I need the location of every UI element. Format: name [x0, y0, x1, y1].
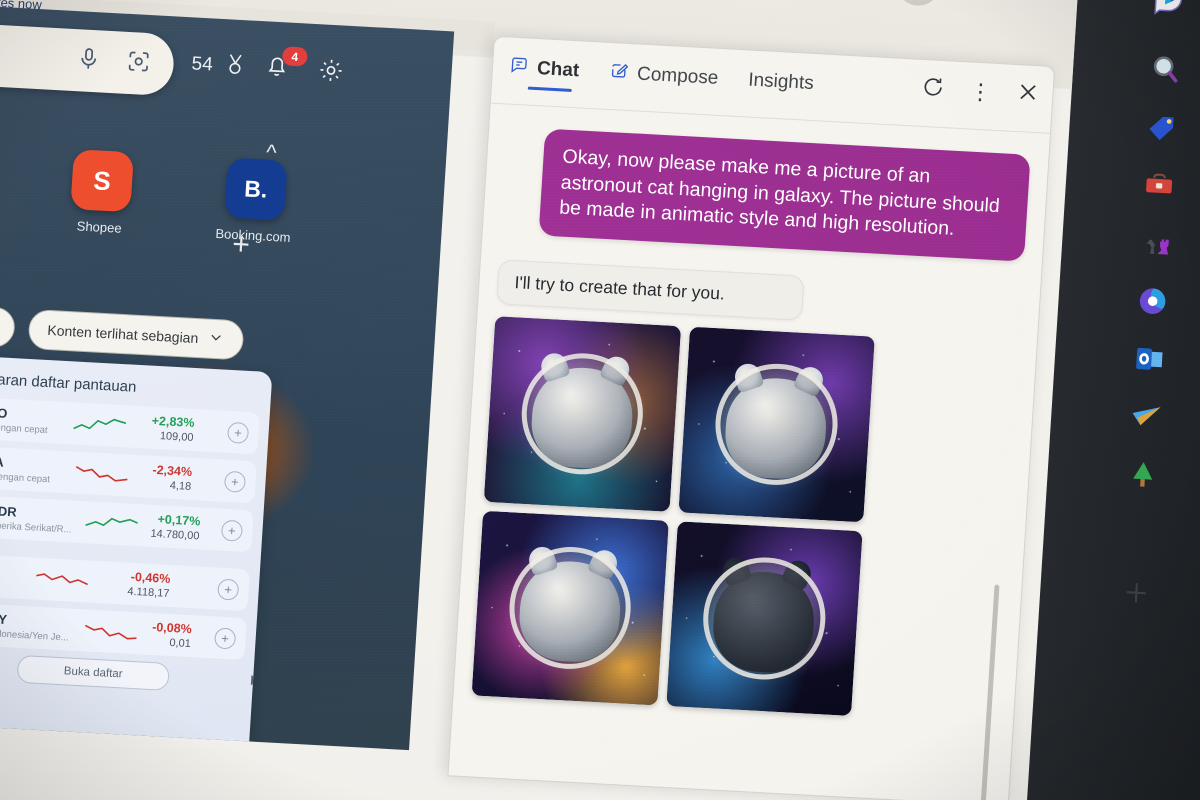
stock-symbol: CARA [0, 452, 5, 470]
mic-icon[interactable] [75, 45, 103, 77]
watchlist-title-row: ▲ Saran daftar pantauan [0, 370, 262, 403]
add-to-watchlist-button[interactable]: + [220, 519, 244, 542]
stock-note: Turun dengan cepat [0, 470, 51, 486]
stock-change: -2,34% [152, 462, 193, 479]
sparkline [84, 624, 137, 640]
stock-symbol: GOTO [0, 403, 8, 421]
assistant-message: I'll try to create that for you. [496, 259, 805, 321]
chat-message-list: Okay, now please make me a picture of an… [447, 104, 1050, 800]
tab-insights[interactable]: Insights [745, 65, 817, 105]
booking-icon: B. [224, 157, 288, 221]
compose-pencil-icon [608, 60, 630, 87]
generated-image[interactable] [677, 326, 875, 523]
content-visibility-label: Konten terlihat sebagian [46, 321, 199, 347]
kebab-menu-icon[interactable]: ⋮ [969, 79, 993, 105]
tab-chat[interactable]: Chat [506, 50, 583, 94]
avatar[interactable] [894, 0, 943, 7]
table-row[interactable]: INX S&P 500 -0,46% 4.118,17 + [0, 553, 251, 612]
generated-image[interactable] [471, 510, 669, 706]
generated-image[interactable] [665, 520, 863, 717]
stock-change: -0,08% [151, 620, 193, 637]
stock-note: Naik dengan cepat [0, 421, 48, 437]
rewards-count: 54 [190, 53, 214, 76]
tools-icon[interactable] [1129, 155, 1190, 216]
add-to-watchlist-button[interactable]: + [226, 421, 250, 444]
shopee-icon: S [70, 149, 134, 213]
close-icon[interactable] [1014, 79, 1041, 110]
bing-chat-icon[interactable] [1139, 0, 1200, 30]
stock-value: 4.118,17 [127, 585, 170, 600]
browser-more-icon[interactable]: ⋯ [979, 0, 1009, 5]
shopping-tag-icon[interactable] [1132, 97, 1193, 158]
visual-search-icon[interactable] [125, 47, 153, 79]
page-settings-button[interactable] [316, 56, 345, 89]
bing-chat-panel: Chat Compose Insights ⋮ Okay, now please… [447, 35, 1056, 800]
shortcut-tiles: T okopedia S Shopee B. Booking.com [0, 140, 306, 246]
stock-symbol: USD/IDR [0, 501, 18, 520]
rewards-indicator[interactable]: 54 [191, 49, 249, 82]
tab-compose-label: Compose [636, 63, 719, 89]
send-icon[interactable] [1116, 386, 1177, 447]
tree-icon[interactable] [1112, 444, 1173, 505]
table-row[interactable]: CARA Turun dengan cepat -2,34% 4,18 + [0, 445, 257, 504]
add-to-watchlist-button[interactable]: + [214, 626, 237, 650]
games-icon[interactable] [1125, 213, 1186, 274]
monitor-photograph: ge favorites now [0, 0, 1200, 800]
generated-image[interactable] [483, 316, 681, 512]
tab-compose[interactable]: Compose [606, 56, 722, 102]
shortcut-shopee[interactable]: S Shopee [51, 148, 152, 237]
rewards-medal-icon [222, 51, 249, 82]
stock-symbol: IDR/JPY [0, 609, 8, 628]
carousel-next-icon[interactable]: ▶ [251, 671, 262, 688]
shortcut-label: Booking.com [215, 225, 291, 245]
open-watchlist-button[interactable]: Buka daftar [16, 654, 170, 691]
stock-value: 0,01 [169, 636, 192, 651]
search-icon[interactable] [1135, 39, 1196, 100]
stock-change: -0,46% [130, 569, 171, 586]
stock-value: 109,00 [159, 430, 194, 444]
stock-value: 14.780,00 [150, 527, 200, 543]
add-to-watchlist-button[interactable]: + [217, 578, 240, 601]
shortcut-booking[interactable]: B. Booking.com [205, 156, 306, 245]
chevron-down-icon [207, 329, 225, 350]
stock-change: +2,83% [151, 413, 195, 431]
table-row[interactable]: GOTO Naik dengan cepat +2,83% 109,00 + [0, 396, 260, 455]
notifications-button[interactable]: 4 [263, 46, 308, 84]
watchlist-title: Saran daftar pantauan [0, 370, 137, 396]
chat-bubble-icon [508, 55, 530, 82]
generated-image-grid [471, 316, 875, 717]
refresh-icon[interactable] [920, 74, 947, 105]
notifications-badge: 4 [281, 46, 308, 67]
table-row[interactable]: IDR/JPY Rupiah Indonesia/Yen Je... -0,08… [0, 601, 247, 661]
stock-value: 4,18 [169, 479, 192, 493]
search-input[interactable] [0, 7, 176, 97]
add-to-watchlist-button[interactable]: + [223, 470, 247, 493]
user-message: Okay, now please make me a picture of an… [538, 128, 1031, 262]
screen-content: ge favorites now [0, 0, 1080, 800]
copilot-icon[interactable] [1122, 271, 1183, 332]
stock-change: +0,17% [157, 512, 201, 529]
panel-actions: ⋮ [920, 74, 1042, 110]
tab-chat-label: Chat [536, 58, 580, 82]
sparkline [36, 573, 89, 586]
sparkline [85, 517, 138, 527]
new-tab-page: 54 4 ^ + S Shopee B. Booking.com Konten … [0, 0, 455, 751]
shortcut-label: Shopee [76, 218, 123, 236]
add-icon[interactable] [1106, 562, 1167, 623]
sparkline [73, 418, 127, 430]
table-row[interactable]: USD/IDR Dolar Amerika Serikat/R... +0,17… [0, 494, 254, 553]
tab-insights-label: Insights [747, 69, 815, 95]
watchlist-card: ▲ Saran daftar pantauan ⋯ GOTO Naik deng… [0, 354, 273, 751]
sparkline [75, 465, 128, 482]
outlook-icon[interactable] [1119, 329, 1180, 390]
